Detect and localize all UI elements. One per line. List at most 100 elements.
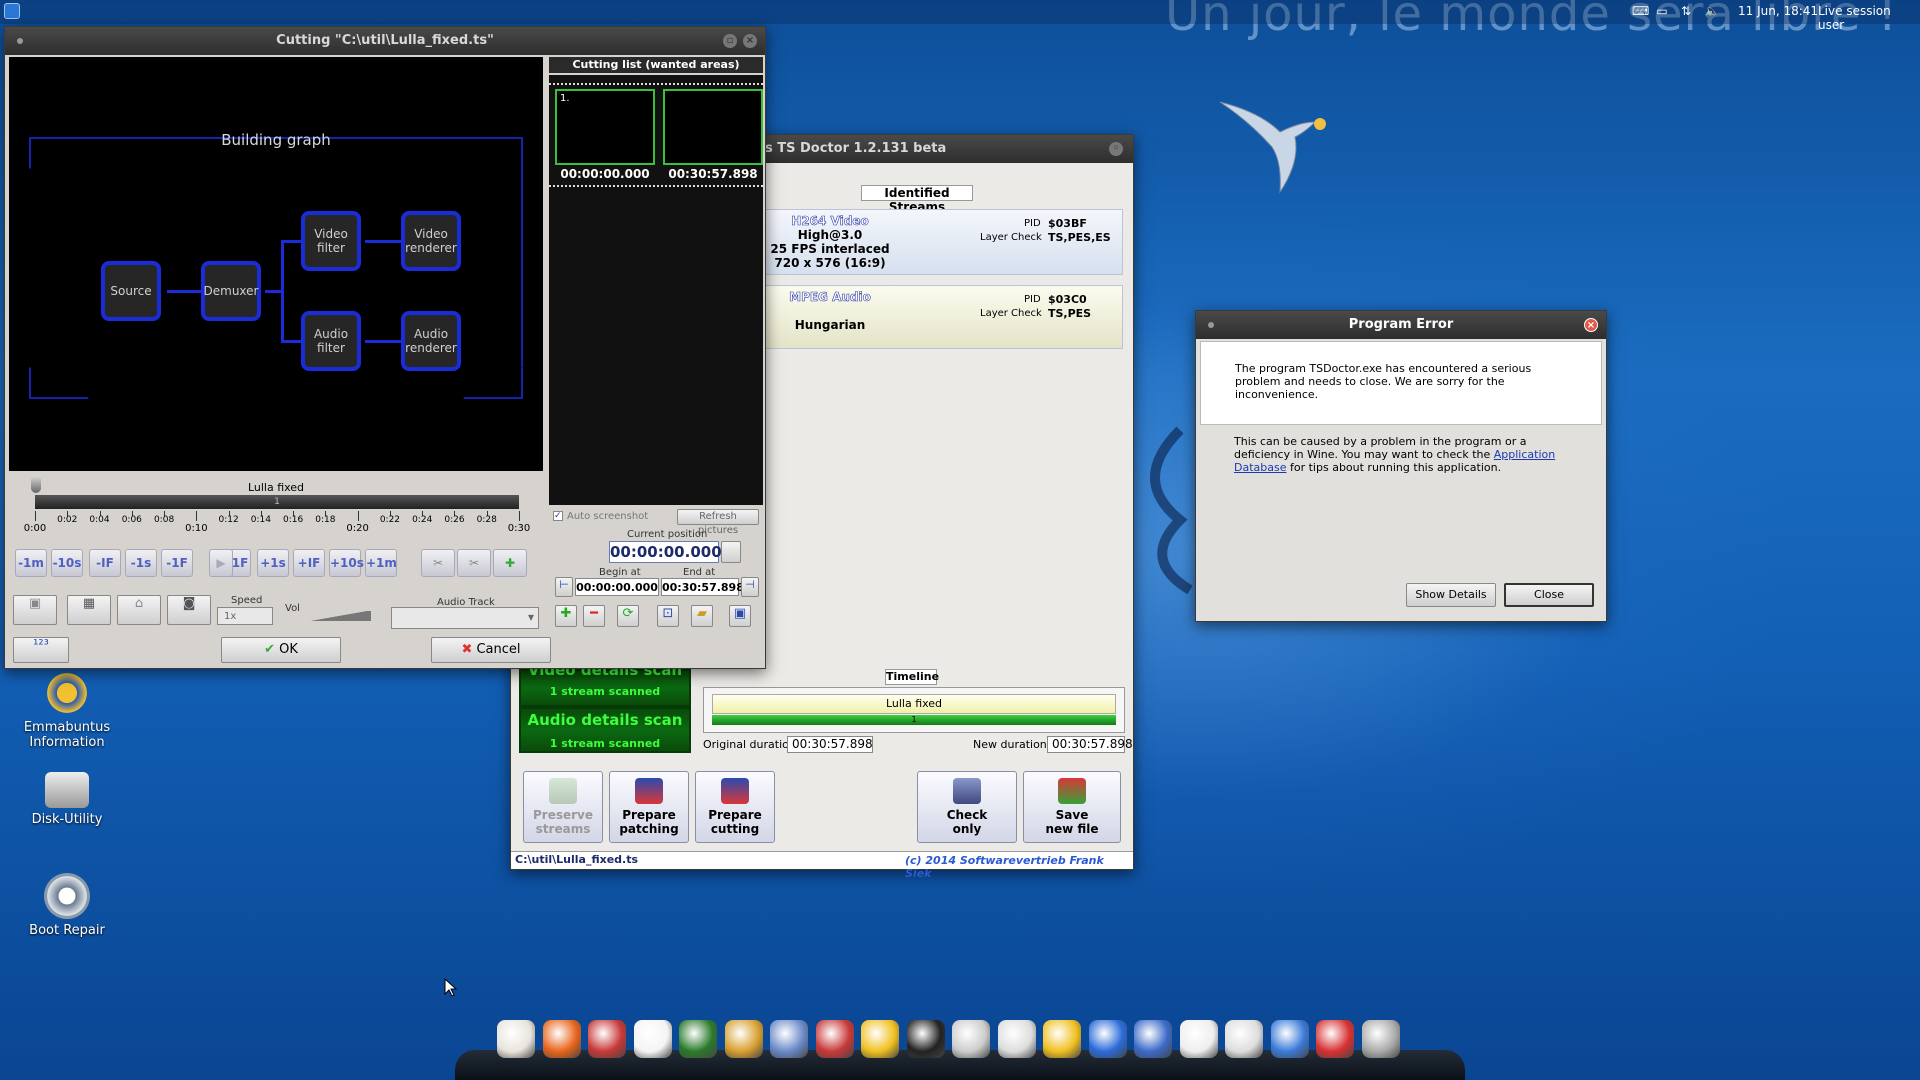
camera-icon[interactable]: ◙ <box>167 595 211 625</box>
audio-details-scan-box: Audio details scan 1 stream scanned <box>519 707 691 753</box>
close-icon[interactable]: × <box>743 34 757 48</box>
cutting-titlebar[interactable]: Cutting "C:\util\Lulla_fixed.ts" ▫ × <box>5 27 765 55</box>
tree-icon[interactable]: ⌂ <box>117 595 161 625</box>
add-icon[interactable]: ✚ <box>555 605 577 627</box>
screen-icon[interactable]: ▣ <box>13 595 57 625</box>
refresh-icon[interactable]: ⟳ <box>617 605 639 627</box>
photo-icon[interactable] <box>770 1020 808 1058</box>
calc-icon[interactable] <box>679 1020 717 1058</box>
disk-utility-icon <box>45 772 89 808</box>
cut-end-thumbnail[interactable] <box>663 89 763 165</box>
save-new-file-button[interactable]: Save new file <box>1023 771 1121 843</box>
cancel-button[interactable]: ✖ Cancel <box>431 637 551 663</box>
volume-icon[interactable]: 🔈 <box>1704 4 1720 18</box>
close-icon[interactable]: × <box>1584 318 1598 332</box>
nav-button[interactable]: -IF <box>89 549 121 577</box>
grid-icon[interactable]: ▦ <box>67 595 111 625</box>
boot-repair-icon <box>44 873 90 919</box>
open-folder-icon[interactable]: ▰ <box>691 605 713 627</box>
show-details-button[interactable]: Show Details <box>1406 583 1496 607</box>
graph-node-source: Source <box>101 261 161 321</box>
workspaces-icon[interactable] <box>1134 1020 1172 1058</box>
check-only-button[interactable]: Check only <box>917 771 1017 843</box>
nav-button[interactable]: +1m <box>365 549 397 577</box>
nav-button[interactable]: -1m <box>15 549 47 577</box>
graph-node-audio-renderer: Audio renderer <box>401 311 461 371</box>
maximize-icon[interactable]: ▫ <box>723 34 737 48</box>
prepare-patching-button[interactable]: Prepare patching <box>609 771 689 843</box>
cutting-list[interactable]: 1. 00:00:00.000 00:30:57.898 <box>549 75 763 505</box>
linux-icon[interactable] <box>906 1020 945 1058</box>
nav-button[interactable]: +IF <box>293 549 325 577</box>
hand-icon[interactable] <box>1270 1020 1309 1058</box>
nav-button[interactable]: +10s <box>329 549 364 577</box>
position-button[interactable] <box>721 541 741 563</box>
set-begin-icon[interactable]: ⊢ <box>555 577 573 597</box>
nav-button[interactable]: -1s <box>125 549 157 577</box>
emmabuntus-icon[interactable] <box>1043 1020 1081 1058</box>
audio-track-select[interactable]: ▾ <box>391 607 539 629</box>
preserve-streams-button[interactable]: Preserve streams <box>523 771 603 843</box>
position-slider-handle[interactable] <box>31 475 41 493</box>
speed-select[interactable]: 1x <box>217 607 273 625</box>
writer-icon[interactable] <box>633 1020 672 1058</box>
close-button[interactable]: Close <box>1504 583 1594 607</box>
window-icon[interactable] <box>1179 1020 1218 1058</box>
keyboard-icon[interactable]: ⌨ <box>1632 4 1649 18</box>
track-label: Lulla fixed <box>247 481 305 494</box>
mail-icon[interactable] <box>588 1020 626 1058</box>
video-editor-icon[interactable] <box>724 1020 763 1058</box>
nav-button[interactable]: -10s <box>51 549 83 577</box>
trash-icon[interactable] <box>1361 1020 1400 1058</box>
button-line1: Prepare <box>708 808 762 822</box>
mark-begin-icon[interactable]: ✂ <box>421 549 455 577</box>
network-icon[interactable]: ⇅ <box>1678 4 1694 18</box>
ruler-tick-label: 0:08 <box>153 515 175 525</box>
error-titlebar[interactable]: Program Error × <box>1196 311 1606 339</box>
jump-icon[interactable]: ⊡ <box>657 605 679 627</box>
software-center-icon[interactable] <box>997 1020 1036 1058</box>
track-bar[interactable]: 1 <box>35 495 519 509</box>
menu-icon[interactable] <box>4 3 20 19</box>
window-menu-icon[interactable] <box>1208 322 1214 328</box>
refresh-pictures-button[interactable]: Refresh pictures <box>677 509 759 536</box>
home-icon[interactable] <box>497 1020 535 1058</box>
favorites-star-icon[interactable] <box>861 1020 899 1058</box>
timeline-bar[interactable]: 1 <box>712 715 1116 725</box>
timeline-panel[interactable]: Lulla fixed 1 <box>703 687 1125 733</box>
mark-end-icon[interactable]: ✂ <box>457 549 491 577</box>
cut-begin-thumbnail[interactable]: 1. <box>555 89 655 165</box>
prepare-cutting-button[interactable]: Prepare cutting <box>695 771 775 843</box>
current-position-field[interactable]: 00:00:00.000 <box>609 541 722 563</box>
ruler-tick-label: 0:26 <box>444 515 465 525</box>
nav-button[interactable]: -1F <box>161 549 193 577</box>
end-field[interactable]: 00:30:57.898 <box>661 578 744 596</box>
play-icon[interactable]: ▶ <box>209 549 233 577</box>
desktop-icon-disk-utility[interactable]: Disk-Utility <box>7 772 127 827</box>
text-editor-icon[interactable] <box>1225 1020 1263 1058</box>
firefox-icon[interactable] <box>542 1020 581 1058</box>
error-message: The program TSDoctor.exe has encountered… <box>1235 362 1532 401</box>
settings-gear-icon[interactable] <box>952 1020 990 1058</box>
save-icon[interactable]: ▣ <box>729 605 751 627</box>
clock[interactable]: 11 Jun, 18:41 <box>1738 4 1818 18</box>
ok-button[interactable]: ✔ OK <box>221 637 341 663</box>
session-user[interactable]: Live session user <box>1818 4 1920 32</box>
desktop-icon-emmabuntus-information[interactable]: Emmabuntus Information <box>7 670 127 750</box>
numbering-icon[interactable]: ¹²³ <box>13 637 69 663</box>
remove-icon[interactable]: ━ <box>583 605 605 627</box>
power-icon[interactable] <box>1316 1020 1354 1058</box>
set-end-icon[interactable]: ⊣ <box>741 577 759 597</box>
help-icon[interactable] <box>1088 1020 1127 1058</box>
battery-icon[interactable]: ▭ <box>1654 4 1670 18</box>
games-icon[interactable] <box>815 1020 854 1058</box>
desktop-icon-boot-repair[interactable]: Boot Repair <box>7 873 127 938</box>
video-preview[interactable]: Building graph Source Demuxer Video filt… <box>9 57 543 471</box>
begin-field[interactable]: 00:00:00.000 <box>575 578 659 596</box>
window-menu-icon[interactable] <box>17 38 23 44</box>
nav-button[interactable]: +1s <box>257 549 289 577</box>
auto-screenshot-checkbox[interactable]: ✓ <box>553 511 563 521</box>
add-cut-icon[interactable]: ✚ <box>493 549 527 577</box>
window-menu-icon[interactable]: ◦ <box>1109 142 1123 156</box>
volume-slider[interactable] <box>305 611 371 621</box>
